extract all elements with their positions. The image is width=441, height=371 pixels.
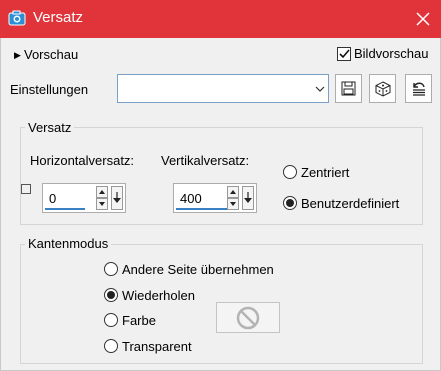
expand-arrow-icon: ▶ [14, 50, 21, 60]
radio-color[interactable] [104, 313, 118, 327]
title-bar: Versatz [0, 0, 441, 38]
image-preview-label[interactable]: Bildvorschau [354, 46, 428, 62]
no-symbol-icon [236, 306, 260, 329]
spin-arrows[interactable] [96, 186, 108, 210]
close-icon [416, 12, 430, 26]
save-preset-button[interactable] [335, 74, 362, 103]
radio-centered[interactable] [283, 165, 297, 179]
dice-icon [375, 80, 390, 97]
vertical-offset-input[interactable]: 400 [173, 183, 257, 213]
spin-arrows[interactable] [227, 186, 239, 210]
vertical-offset-value[interactable]: 400 [180, 191, 202, 207]
settings-label: Einstellungen [10, 82, 89, 97]
chevron-down-icon[interactable] [312, 75, 328, 102]
spin-down-icon[interactable] [96, 198, 108, 210]
random-button[interactable] [369, 74, 396, 103]
radio-color-label[interactable]: Farbe [122, 313, 156, 329]
spin-down-icon[interactable] [227, 198, 239, 210]
save-icon [341, 81, 356, 96]
spin-up-icon[interactable] [227, 186, 239, 198]
horizontal-offset-input[interactable]: 0 [42, 183, 126, 213]
close-button[interactable] [405, 0, 441, 38]
radio-wrap[interactable] [104, 262, 118, 276]
value-underline [176, 208, 232, 210]
radio-custom[interactable] [283, 196, 297, 210]
radio-custom-label[interactable]: Benutzerdefiniert [301, 196, 399, 212]
vertical-offset-label: Vertikalversatz: [161, 153, 250, 168]
spin-up-icon[interactable] [96, 186, 108, 198]
popup-arrow-icon [113, 192, 121, 203]
radio-repeat-label[interactable]: Wiederholen [122, 288, 195, 304]
reset-button[interactable] [405, 74, 432, 103]
horizontal-offset-label: Horizontalversatz: [30, 153, 135, 168]
checkmark-icon [339, 49, 350, 59]
link-checkbox[interactable] [21, 184, 31, 194]
slider-popup-button[interactable] [111, 186, 123, 210]
camera-icon [8, 10, 26, 26]
reset-icon [412, 82, 425, 96]
radio-transparent[interactable] [104, 339, 118, 353]
radio-repeat[interactable] [104, 288, 118, 302]
edge-mode-group-title: Kantenmodus [25, 236, 112, 252]
popup-arrow-icon [244, 192, 252, 203]
value-underline [45, 208, 85, 210]
radio-wrap-label[interactable]: Andere Seite übernehmen [122, 262, 274, 278]
slider-popup-button[interactable] [242, 186, 254, 210]
radio-transparent-label[interactable]: Transparent [122, 339, 192, 355]
image-preview-checkbox[interactable] [337, 47, 351, 61]
preview-toggle-label: Vorschau [24, 47, 79, 62]
horizontal-offset-value[interactable]: 0 [49, 191, 56, 207]
window-title: Versatz [33, 9, 84, 26]
radio-centered-label[interactable]: Zentriert [301, 165, 349, 181]
edge-color-swatch [216, 302, 280, 333]
offset-group-title: Versatz [25, 120, 75, 136]
settings-dropdown[interactable] [117, 74, 329, 103]
preview-toggle[interactable]: ▶ Vorschau [14, 47, 78, 63]
